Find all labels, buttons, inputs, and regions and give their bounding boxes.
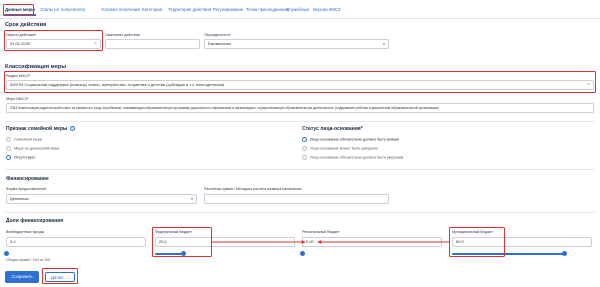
- next-button[interactable]: Далее →: [45, 272, 75, 282]
- radio-icon: [6, 145, 11, 151]
- radio-person-may-be-dead[interactable]: Лицо-основание может быть умершим: [302, 145, 378, 151]
- clear-icon[interactable]: ×: [94, 40, 97, 48]
- radio-person-alive[interactable]: Лицо-основание обязательно должно быть ж…: [302, 136, 399, 142]
- chevron-down-icon: ▾: [382, 41, 385, 46]
- financing-title: Финансирование: [6, 176, 49, 182]
- municipal-slider-track[interactable]: [452, 253, 564, 255]
- kmsz-label: Раздел КМСЗ*: [6, 74, 31, 78]
- end-date-input[interactable]: [105, 39, 200, 49]
- family-title: Признак семейной меры: [6, 126, 68, 132]
- federal-input[interactable]: 20,0: [155, 237, 295, 247]
- radio-family-measure[interactable]: Семейная мера: [6, 136, 42, 142]
- tab-territory[interactable]: Территория действия: [168, 7, 211, 12]
- tab-service[interactable]: Служебные: [286, 7, 309, 12]
- divider: [5, 212, 595, 213]
- periodicity-label: Периодичность*: [204, 33, 232, 37]
- municipal-slider-knob[interactable]: [562, 251, 567, 256]
- federal-label: Федеральный бюджет: [155, 230, 192, 234]
- help-icon[interactable]: ?: [70, 126, 75, 131]
- tab-attachment-point[interactable]: Точка присоединения: [246, 7, 289, 12]
- regional-slider-knob[interactable]: [300, 251, 305, 256]
- tab-bar: Данные меры Этапы (от получателя) Услови…: [0, 0, 600, 19]
- nkssp-label: Мера НКССР: [6, 97, 29, 101]
- active-tab-underline: [4, 14, 36, 16]
- clear-icon[interactable]: ×: [587, 81, 590, 89]
- tab-category[interactable]: Категория: [142, 7, 162, 12]
- period-title: Срок действия: [5, 22, 47, 28]
- shares-title: Доли финансирования: [6, 218, 64, 224]
- tab-conditions[interactable]: Условия получения: [101, 7, 140, 12]
- classification-title: Классификация меры: [5, 64, 67, 70]
- radio-checked-icon: [6, 154, 11, 160]
- save-button[interactable]: Сохранить: [5, 271, 39, 283]
- radio-absent[interactable]: Отсутствует: [6, 154, 35, 160]
- tab-regulation[interactable]: Регулирование: [213, 7, 243, 12]
- municipal-label: Муниципальный бюджет: [452, 230, 494, 234]
- federal-slider-knob[interactable]: [181, 251, 186, 256]
- form-label: Форма предоставления*: [6, 187, 47, 191]
- divider: [5, 169, 595, 170]
- periodicity-select[interactable]: Ежемесячно ▾: [204, 39, 389, 49]
- radio-checked-icon: [302, 136, 307, 142]
- person-status-title: Статус лица-основания*: [302, 126, 363, 132]
- radio-person-dead[interactable]: Лицо-основание обязательно должно быть у…: [302, 154, 403, 160]
- tab-stages[interactable]: Этапы (от получателя): [40, 7, 85, 12]
- start-date-input[interactable]: 01.01.2020 ×: [6, 39, 101, 49]
- total-sum-text: Общая сумма*: 100 из 100: [6, 258, 51, 262]
- start-date-label: Начало действия*: [6, 33, 37, 37]
- radio-icon: [302, 154, 307, 160]
- municipal-input[interactable]: 80,0: [452, 237, 592, 247]
- end-date-label: Окончание действия: [105, 33, 140, 37]
- radio-icon: [302, 145, 307, 151]
- calc-label: Расчетная сумма / Методика расчета разме…: [204, 187, 302, 191]
- kmsz-select[interactable]: 000703 Социальная поддержка (помощь) сем…: [6, 80, 594, 90]
- regional-input[interactable]: 0,00: [302, 237, 442, 247]
- offbudget-slider-knob[interactable]: [4, 251, 9, 256]
- nkssp-select[interactable]: 0344 Компенсация родительской платы за п…: [6, 103, 594, 113]
- divider: [5, 121, 595, 122]
- regional-label: Региональный бюджет: [302, 230, 340, 234]
- federal-slider-track[interactable]: [155, 253, 183, 255]
- tab-versions[interactable]: Версии КМСЗ: [313, 7, 341, 12]
- offbudget-input[interactable]: 0,0: [6, 237, 146, 247]
- calc-input[interactable]: [204, 194, 389, 204]
- radio-icon: [6, 136, 11, 142]
- chevron-down-icon: ▾: [190, 196, 193, 201]
- form-select[interactable]: Денежная ▾: [6, 194, 197, 204]
- radio-household-measure[interactable]: Мера по домохозяйствам: [6, 145, 59, 151]
- tab-measure-data[interactable]: Данные меры: [4, 7, 36, 16]
- offbudget-label: Внебюджетные фонды: [6, 230, 45, 234]
